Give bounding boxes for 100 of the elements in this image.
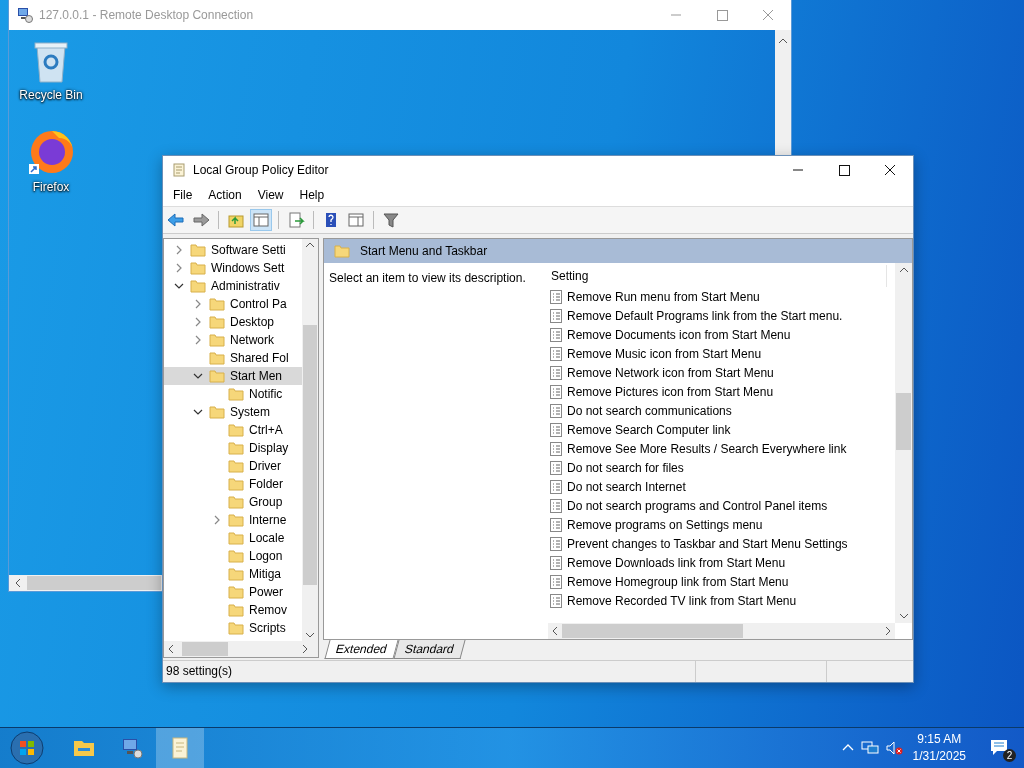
speaker-icon[interactable] <box>884 740 903 756</box>
folder-icon <box>228 531 244 545</box>
setting-icon <box>550 593 562 608</box>
horizontal-scrollbar[interactable] <box>548 623 895 639</box>
scrollbar-thumb[interactable] <box>562 624 743 638</box>
setting-row[interactable]: Remove programs on Settings menu <box>540 515 895 534</box>
menu-item[interactable]: File <box>165 186 201 204</box>
setting-icon <box>550 403 562 418</box>
scrollbar-thumb[interactable] <box>27 576 161 590</box>
setting-icon <box>550 441 562 456</box>
tree-item[interactable]: Network <box>164 331 302 349</box>
tree-item[interactable]: Mitiga <box>164 565 302 583</box>
clock-time[interactable]: 9:15 AM <box>917 731 962 748</box>
start-button[interactable] <box>10 731 44 765</box>
setting-row[interactable]: Remove Default Programs link from the Start menu. <box>540 306 895 325</box>
network-icon[interactable] <box>860 740 879 756</box>
tree-pane-icon[interactable] <box>250 209 272 231</box>
folder-icon <box>209 369 225 383</box>
tree-item[interactable]: Desktop <box>164 313 302 331</box>
folder-icon <box>228 441 244 455</box>
tree-item[interactable]: Windows Sett <box>164 259 302 277</box>
tree-item[interactable]: Shared Fol <box>164 349 302 367</box>
setting-icon <box>550 536 562 551</box>
tree-item[interactable]: Folder <box>164 475 302 493</box>
scrollbar-thumb[interactable] <box>896 393 911 450</box>
setting-row[interactable]: Prevent changes to Taskbar and Start Menu Settings <box>540 534 895 553</box>
setting-icon <box>550 365 562 380</box>
setting-row[interactable]: Remove Music icon from Start Menu <box>540 344 895 363</box>
chevron-icon[interactable] <box>193 371 203 381</box>
tree-item[interactable]: Display <box>164 439 302 457</box>
folder-icon <box>209 315 225 329</box>
folder-icon <box>228 621 244 635</box>
tree-item[interactable]: Driver <box>164 457 302 475</box>
setting-row[interactable]: Do not search Internet <box>540 477 895 496</box>
tree-item[interactable]: Notific <box>164 385 302 403</box>
folder-icon <box>209 297 225 311</box>
setting-icon <box>550 498 562 513</box>
scrollbar-thumb[interactable] <box>303 325 317 585</box>
chevron-icon[interactable] <box>193 407 203 417</box>
menu-item[interactable]: View <box>249 186 292 204</box>
status-text: 98 setting(s) <box>163 661 696 682</box>
setting-row[interactable]: Remove See More Results / Search Everywhere link <box>540 439 895 458</box>
setting-icon <box>550 460 562 475</box>
tree-item[interactable]: Ctrl+A <box>164 421 302 439</box>
folder-icon <box>209 405 225 419</box>
computer-icon <box>17 7 33 23</box>
setting-row[interactable]: Remove Recorded TV link from Start Menu <box>540 591 895 610</box>
tree-item[interactable]: System <box>164 403 302 421</box>
folder-icon <box>334 244 350 258</box>
tree-item[interactable]: Group <box>164 493 302 511</box>
scrollbar-thumb[interactable] <box>182 642 228 656</box>
setting-icon <box>550 327 562 342</box>
browser-icon[interactable] <box>27 128 75 176</box>
horizontal-scrollbar[interactable] <box>164 641 318 657</box>
vertical-scrollbar[interactable] <box>302 239 318 641</box>
setting-icon <box>550 479 562 494</box>
folder-icon <box>228 549 244 563</box>
setting-row[interactable]: Do not search for files <box>540 458 895 477</box>
tree-item[interactable]: Scripts <box>164 619 302 637</box>
scroll-icon <box>171 162 187 178</box>
setting-row[interactable]: Remove Homegroup link from Start Menu <box>540 572 895 591</box>
view-tab[interactable]: Standard <box>393 640 465 659</box>
tree-item[interactable]: Power <box>164 583 302 601</box>
menu-item[interactable]: Help <box>291 186 333 204</box>
view-tab[interactable]: Extended <box>324 640 399 659</box>
section-title: Start Menu and Taskbar <box>360 244 488 258</box>
setting-row[interactable]: Remove Network icon from Start Menu <box>540 363 895 382</box>
tree-item[interactable]: Control Pa <box>164 295 302 313</box>
folder-icon <box>228 567 244 581</box>
setting-row[interactable]: Remove Documents icon from Start Menu <box>540 325 895 344</box>
tree-item[interactable]: Administrativ <box>164 277 302 295</box>
clock-date[interactable]: 1/31/2025 <box>912 748 966 765</box>
setting-icon <box>550 517 562 532</box>
vertical-scrollbar[interactable] <box>895 263 912 623</box>
folder-icon <box>209 351 225 365</box>
column-header[interactable]: Setting <box>540 265 887 287</box>
tree-item[interactable]: Remov <box>164 601 302 619</box>
setting-row[interactable]: Do not search communications <box>540 401 895 420</box>
scroll-icon[interactable] <box>156 728 204 768</box>
window-title: Local Group Policy Editor <box>193 163 330 177</box>
tree-item[interactable]: Interne <box>164 511 302 529</box>
folder-icon <box>228 477 244 491</box>
setting-row[interactable]: Remove Search Computer link <box>540 420 895 439</box>
folder-icon <box>190 279 206 293</box>
folder-icon <box>190 261 206 275</box>
tree-item[interactable]: Logon <box>164 547 302 565</box>
description-text: Select an item to view its description. <box>328 270 527 287</box>
setting-row[interactable]: Do not search programs and Control Panel items <box>540 496 895 515</box>
tree-item[interactable]: Software Setti <box>164 241 302 259</box>
setting-icon <box>550 346 562 361</box>
chevron-icon[interactable] <box>174 281 184 291</box>
setting-row[interactable]: Remove Pictures icon from Start Menu <box>540 382 895 401</box>
notification-button[interactable]: 2 <box>986 734 1014 762</box>
setting-row[interactable]: Remove Run menu from Start Menu <box>540 287 895 306</box>
tree-item[interactable]: Locale <box>164 529 302 547</box>
menu-item[interactable]: Action <box>200 186 250 204</box>
tree-item[interactable]: Start Men <box>164 367 302 385</box>
setting-row[interactable]: Remove Downloads link from Start Menu <box>540 553 895 572</box>
recycle-bin-icon[interactable] <box>31 40 71 84</box>
setting-icon <box>550 555 562 570</box>
